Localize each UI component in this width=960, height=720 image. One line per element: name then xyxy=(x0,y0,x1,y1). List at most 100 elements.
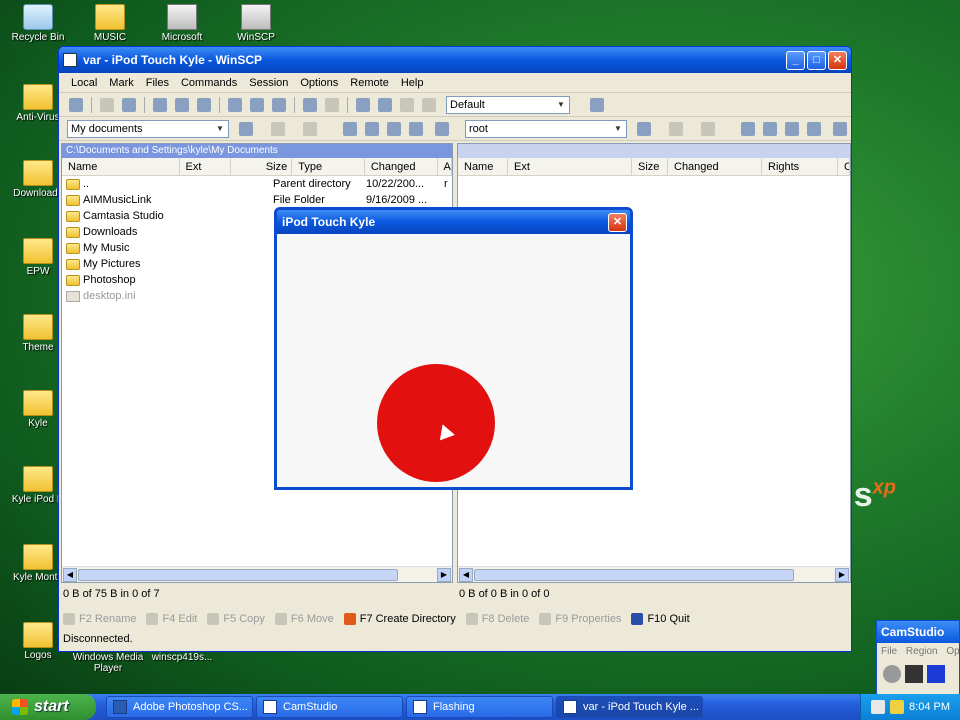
column-ext[interactable]: Ext xyxy=(180,158,231,175)
stop-icon[interactable] xyxy=(927,665,945,683)
menu-commands[interactable]: Commands xyxy=(175,77,243,89)
filter-icon[interactable] xyxy=(356,97,370,112)
desktop-icon-music[interactable]: MUSIC xyxy=(72,4,148,43)
select-plus-icon[interactable] xyxy=(303,97,317,112)
console-icon[interactable] xyxy=(228,97,242,112)
column-attr[interactable]: A xyxy=(438,158,452,175)
remote-horizontal-scrollbar[interactable]: ◀ ▶ xyxy=(458,566,850,582)
f6-move-button[interactable]: F6 Move xyxy=(274,613,334,625)
camstudio-menu-options[interactable]: Op xyxy=(946,646,959,657)
queue-icon[interactable] xyxy=(272,97,286,112)
dialog-close-button[interactable]: ✕ xyxy=(608,212,627,232)
tree-view-icon[interactable] xyxy=(435,122,449,136)
column-changed[interactable]: Changed xyxy=(365,158,438,175)
menu-local[interactable]: Local xyxy=(65,77,103,89)
menu-mark[interactable]: Mark xyxy=(103,77,139,89)
column-size[interactable]: Size xyxy=(237,158,293,175)
record-icon[interactable] xyxy=(883,665,901,683)
parent-directory-icon[interactable] xyxy=(741,122,755,136)
invert-selection-icon[interactable] xyxy=(378,97,392,112)
unselect-minus-icon[interactable] xyxy=(325,97,339,112)
menu-remote[interactable]: Remote xyxy=(344,77,395,89)
file-row[interactable]: AIMMusicLink File Folder 9/16/2009 ... xyxy=(62,192,452,208)
f10-quit-button[interactable]: F10 Quit xyxy=(631,613,690,625)
back-arrow-icon[interactable] xyxy=(271,122,285,136)
transfer-settings-gear-icon[interactable] xyxy=(590,97,604,112)
red-record-circle[interactable] xyxy=(377,364,495,482)
root-directory-icon[interactable] xyxy=(365,122,379,136)
refresh-icon[interactable] xyxy=(409,122,423,136)
close-button[interactable]: ✕ xyxy=(828,50,847,70)
tree-view-icon[interactable] xyxy=(833,122,847,136)
file-row[interactable]: .. Parent directory 10/22/200... r xyxy=(62,176,452,192)
task-winscp[interactable]: var - iPod Touch Kyle ... xyxy=(556,696,703,718)
scroll-left-icon[interactable]: ◀ xyxy=(459,568,473,582)
camstudio-menu-file[interactable]: File xyxy=(881,646,897,657)
pause-icon[interactable] xyxy=(905,665,923,683)
restore-selection-icon[interactable] xyxy=(422,97,436,112)
scroll-thumb[interactable] xyxy=(474,569,794,581)
menu-options[interactable]: Options xyxy=(294,77,344,89)
dialog-titlebar[interactable]: iPod Touch Kyle ✕ xyxy=(277,210,630,234)
synchronize-icon[interactable] xyxy=(175,97,189,112)
f7-create-directory-button[interactable]: F7 Create Directory xyxy=(343,613,456,625)
forward-arrow-icon[interactable] xyxy=(701,122,715,136)
root-directory-icon[interactable] xyxy=(763,122,777,136)
refresh-icon[interactable] xyxy=(197,97,211,112)
column-ext[interactable]: Ext xyxy=(508,158,632,175)
task-camstudio[interactable]: CamStudio xyxy=(256,696,403,718)
column-name[interactable]: Name xyxy=(62,158,180,175)
new-session-icon[interactable] xyxy=(100,97,114,112)
task-photoshop[interactable]: Adobe Photoshop CS... xyxy=(106,696,253,718)
f2-rename-button[interactable]: F2 Rename xyxy=(63,613,136,625)
scroll-right-icon[interactable]: ▶ xyxy=(437,568,451,582)
open-folder-icon[interactable] xyxy=(637,122,651,136)
desktop-icon-recycle-bin[interactable]: Recycle Bin xyxy=(0,4,76,43)
column-size[interactable]: Size xyxy=(632,158,668,175)
camstudio-title[interactable]: CamStudio xyxy=(877,621,959,643)
compare-directories-icon[interactable] xyxy=(153,97,167,112)
tray-arrow-icon[interactable] xyxy=(871,700,886,714)
f9-properties-button[interactable]: F9 Properties xyxy=(539,613,621,625)
menu-help[interactable]: Help xyxy=(395,77,430,89)
maximize-button[interactable]: □ xyxy=(807,50,826,70)
scroll-right-icon[interactable]: ▶ xyxy=(835,568,849,582)
desktop-icon-winscp-installer[interactable]: winscp419s... xyxy=(144,652,220,663)
clear-selection-icon[interactable] xyxy=(400,97,414,112)
column-changed[interactable]: Changed xyxy=(668,158,762,175)
f4-edit-button[interactable]: F4 Edit xyxy=(146,613,197,625)
camstudio-menu-region[interactable]: Region xyxy=(906,646,938,657)
copy-icon[interactable] xyxy=(122,97,136,112)
scroll-left-icon[interactable]: ◀ xyxy=(63,568,77,582)
start-button[interactable]: start xyxy=(0,694,96,720)
remote-address-select[interactable]: root ▼ xyxy=(465,120,627,138)
back-arrow-icon[interactable] xyxy=(669,122,683,136)
minimize-button[interactable]: _ xyxy=(786,50,805,70)
putty-icon[interactable] xyxy=(250,97,264,112)
f5-copy-button[interactable]: F5 Copy xyxy=(207,613,265,625)
f8-delete-button[interactable]: F8 Delete xyxy=(465,613,529,625)
parent-directory-icon[interactable] xyxy=(343,122,357,136)
desktop-icon-windows-media-player[interactable]: Windows Media Player xyxy=(70,652,146,674)
local-address-select[interactable]: My documents ▼ xyxy=(67,120,229,138)
refresh-icon[interactable] xyxy=(807,122,821,136)
menu-session[interactable]: Session xyxy=(243,77,294,89)
local-horizontal-scrollbar[interactable]: ◀ ▶ xyxy=(62,566,452,582)
scroll-thumb[interactable] xyxy=(78,569,398,581)
tray-app-icon[interactable] xyxy=(890,700,905,714)
column-rights[interactable]: Rights xyxy=(762,158,838,175)
transfer-settings-select[interactable]: Default ▼ xyxy=(446,95,570,114)
desktop-icon-microsoft[interactable]: Microsoft xyxy=(144,4,220,43)
column-type[interactable]: Type xyxy=(292,158,365,175)
preferences-gear-icon[interactable] xyxy=(69,97,83,112)
menu-files[interactable]: Files xyxy=(140,77,175,89)
desktop-icon-winscp[interactable]: WinSCP xyxy=(218,4,294,43)
home-icon[interactable] xyxy=(785,122,799,136)
forward-arrow-icon[interactable] xyxy=(303,122,317,136)
open-folder-icon[interactable] xyxy=(239,122,253,136)
task-flashing[interactable]: Flashing xyxy=(406,696,553,718)
column-owner[interactable]: C xyxy=(838,158,850,175)
home-icon[interactable] xyxy=(387,122,401,136)
column-name[interactable]: Name xyxy=(458,158,508,175)
window-titlebar[interactable]: var - iPod Touch Kyle - WinSCP _ □ ✕ xyxy=(59,47,851,73)
